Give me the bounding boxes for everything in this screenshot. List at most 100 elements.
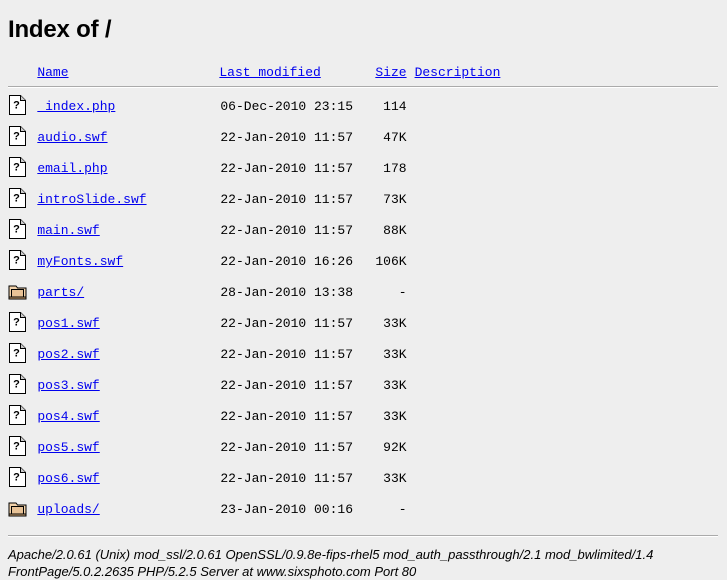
- row-icon-cell: ?: [8, 187, 37, 218]
- row-icon-cell: ?: [8, 249, 37, 280]
- file-unknown-icon: ?: [8, 218, 28, 240]
- server-signature: Apache/2.0.61 (Unix) mod_ssl/2.0.61 Open…: [8, 547, 654, 579]
- svg-text:?: ?: [13, 255, 20, 267]
- file-unknown-icon: ?: [8, 435, 28, 457]
- footer-separator-row: [8, 528, 718, 546]
- svg-text:?: ?: [13, 100, 20, 112]
- header-separator-row: [8, 83, 718, 94]
- row-name-cell: introSlide.swf: [37, 187, 219, 218]
- file-unknown-icon: ?: [8, 156, 28, 178]
- folder-icon: [8, 280, 28, 302]
- row-last-modified-cell: 22-Jan-2010 11:57: [220, 471, 353, 486]
- header-separator-cell: [8, 83, 718, 94]
- row-description-cell: [415, 280, 718, 311]
- file-unknown-icon: ?: [8, 311, 28, 333]
- row-description-cell: [415, 156, 718, 187]
- sort-by-description-link[interactable]: Description: [415, 65, 501, 80]
- row-icon-cell: ?: [8, 373, 37, 404]
- row-description-cell: [415, 187, 718, 218]
- row-last-modified-cell: 22-Jan-2010 11:57: [220, 409, 353, 424]
- file-link[interactable]: index.php: [37, 99, 115, 114]
- table-row: uploads/23-Jan-2010 00:16 -: [8, 497, 718, 528]
- column-header-name[interactable]: Name: [37, 66, 219, 83]
- file-link[interactable]: myFonts.swf: [37, 254, 123, 269]
- file-link[interactable]: parts/: [37, 285, 84, 300]
- column-header-icon: [8, 66, 37, 83]
- table-row: ? pos1.swf 22-Jan-2010 11:57 33K: [8, 311, 718, 342]
- table-row: ? introSlide.swf 22-Jan-2010 11:57 73K: [8, 187, 718, 218]
- sort-by-name-link[interactable]: Name: [37, 65, 68, 80]
- file-link[interactable]: pos6.swf: [37, 471, 99, 486]
- table-row: ? pos5.swf 22-Jan-2010 11:57 92K: [8, 435, 718, 466]
- file-link[interactable]: pos3.swf: [37, 378, 99, 393]
- row-name-cell: pos5.swf: [37, 435, 219, 466]
- row-description-cell: [415, 94, 718, 125]
- table-header: Name Last modified Size Description: [8, 66, 718, 94]
- row-description-cell: [415, 218, 718, 249]
- svg-text:?: ?: [13, 131, 20, 143]
- file-link[interactable]: introSlide.swf: [37, 192, 146, 207]
- row-icon-cell: [8, 497, 37, 528]
- file-link[interactable]: email.php: [37, 161, 107, 176]
- row-description-cell: [415, 249, 718, 280]
- file-link[interactable]: pos4.swf: [37, 409, 99, 424]
- row-icon-cell: [8, 280, 37, 311]
- table-row: ? main.swf 22-Jan-2010 11:57 88K: [8, 218, 718, 249]
- row-icon-cell: ?: [8, 125, 37, 156]
- row-size-cell: -: [398, 502, 407, 517]
- row-last-modified-cell: 06-Dec-2010 23:15: [220, 99, 353, 114]
- row-name-cell: main.swf: [37, 218, 219, 249]
- row-name-cell: uploads/: [37, 497, 219, 528]
- row-last-modified-cell: 23-Jan-2010 00:16: [220, 502, 353, 517]
- row-icon-cell: ?: [8, 435, 37, 466]
- file-link[interactable]: uploads/: [37, 502, 99, 517]
- row-description-cell: [415, 373, 718, 404]
- file-unknown-icon: ?: [8, 249, 28, 271]
- svg-text:?: ?: [13, 441, 20, 453]
- row-description-cell: [415, 311, 718, 342]
- row-icon-cell: ?: [8, 156, 37, 187]
- svg-text:?: ?: [13, 348, 20, 360]
- directory-listing: Name Last modified Size Description ? in…: [8, 66, 719, 546]
- column-header-last-modified[interactable]: Last modified: [219, 66, 366, 83]
- table-footer: [8, 528, 718, 546]
- row-icon-cell: ?: [8, 94, 37, 125]
- table-row: ? myFonts.swf 22-Jan-2010 16:26 106K: [8, 249, 718, 280]
- svg-text:?: ?: [13, 162, 20, 174]
- directory-index-page: Index of / Name Last modified Size Descr…: [0, 16, 727, 580]
- column-header-size[interactable]: Size: [366, 66, 415, 83]
- row-size-cell: 47K: [383, 130, 407, 145]
- row-icon-cell: ?: [8, 218, 37, 249]
- table-row: ? audio.swf 22-Jan-2010 11:57 47K: [8, 125, 718, 156]
- file-link[interactable]: main.swf: [37, 223, 99, 238]
- svg-text:?: ?: [13, 317, 20, 329]
- file-unknown-icon: ?: [8, 373, 28, 395]
- row-icon-cell: ?: [8, 311, 37, 342]
- file-link[interactable]: audio.swf: [37, 130, 107, 145]
- row-last-modified-cell: 22-Jan-2010 11:57: [220, 192, 353, 207]
- row-size-cell: -: [398, 285, 407, 300]
- file-unknown-icon: ?: [8, 187, 28, 209]
- folder-icon: [8, 497, 28, 519]
- file-link[interactable]: pos2.swf: [37, 347, 99, 362]
- file-link[interactable]: pos5.swf: [37, 440, 99, 455]
- sort-by-last-modified-link[interactable]: Last modified: [219, 65, 320, 80]
- file-unknown-icon: ?: [8, 342, 28, 364]
- footer-separator-cell: [8, 528, 718, 546]
- directory-listing-table: Name Last modified Size Description ? in…: [8, 66, 718, 546]
- table-row: ? pos6.swf 22-Jan-2010 11:57 33K: [8, 466, 718, 497]
- row-name-cell: audio.swf: [37, 125, 219, 156]
- row-icon-cell: ?: [8, 466, 37, 497]
- row-description-cell: [415, 404, 718, 435]
- sort-by-size-link[interactable]: Size: [375, 66, 406, 79]
- row-size-cell: 33K: [383, 378, 407, 393]
- column-header-description[interactable]: Description: [415, 66, 718, 83]
- row-size-cell: 88K: [383, 223, 407, 238]
- row-icon-cell: ?: [8, 342, 37, 373]
- table-body: ? index.php 06-Dec-2010 23:15 114? audio.sw…: [8, 94, 718, 528]
- row-last-modified-cell: 22-Jan-2010 16:26: [220, 254, 353, 269]
- file-link[interactable]: pos1.swf: [37, 316, 99, 331]
- row-size-cell: 92K: [383, 440, 407, 455]
- row-last-modified-cell: 22-Jan-2010 11:57: [220, 223, 353, 238]
- svg-text:?: ?: [13, 379, 20, 391]
